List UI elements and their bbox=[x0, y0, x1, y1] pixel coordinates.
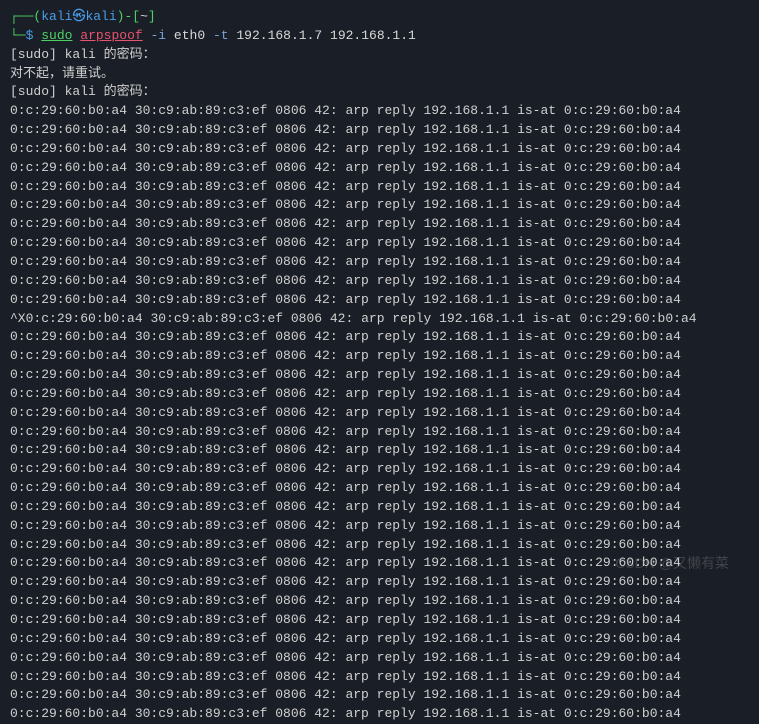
arp-reply-line: 0:c:29:60:b0:a4 30:c9:ab:89:c3:ef 0806 4… bbox=[10, 234, 749, 253]
arp-reply-line: 0:c:29:60:b0:a4 30:c9:ab:89:c3:ef 0806 4… bbox=[10, 253, 749, 272]
arp-reply-line: 0:c:29:60:b0:a4 30:c9:ab:89:c3:ef 0806 4… bbox=[10, 441, 749, 460]
arp-reply-line: 0:c:29:60:b0:a4 30:c9:ab:89:c3:ef 0806 4… bbox=[10, 536, 749, 555]
arp-reply-line: 0:c:29:60:b0:a4 30:c9:ab:89:c3:ef 0806 4… bbox=[10, 196, 749, 215]
arp-reply-line: 0:c:29:60:b0:a4 30:c9:ab:89:c3:ef 0806 4… bbox=[10, 215, 749, 234]
arp-reply-line: 0:c:29:60:b0:a4 30:c9:ab:89:c3:ef 0806 4… bbox=[10, 140, 749, 159]
arp-reply-line: 0:c:29:60:b0:a4 30:c9:ab:89:c3:ef 0806 4… bbox=[10, 291, 749, 310]
arp-reply-line: 0:c:29:60:b0:a4 30:c9:ab:89:c3:ef 0806 4… bbox=[10, 668, 749, 687]
arp-output-block-2: 0:c:29:60:b0:a4 30:c9:ab:89:c3:ef 0806 4… bbox=[10, 328, 749, 724]
arp-reply-line: 0:c:29:60:b0:a4 30:c9:ab:89:c3:ef 0806 4… bbox=[10, 347, 749, 366]
arp-reply-line: 0:c:29:60:b0:a4 30:c9:ab:89:c3:ef 0806 4… bbox=[10, 554, 749, 573]
arp-break-line: ^X0:c:29:60:b0:a4 30:c9:ab:89:c3:ef 0806… bbox=[10, 310, 749, 329]
prompt-line-2[interactable]: └─$ sudo arpspoof -i eth0 -t 192.168.1.7… bbox=[10, 27, 749, 46]
arp-reply-line: 0:c:29:60:b0:a4 30:c9:ab:89:c3:ef 0806 4… bbox=[10, 630, 749, 649]
arp-reply-line: 0:c:29:60:b0:a4 30:c9:ab:89:c3:ef 0806 4… bbox=[10, 272, 749, 291]
arp-reply-line: 0:c:29:60:b0:a4 30:c9:ab:89:c3:ef 0806 4… bbox=[10, 102, 749, 121]
arp-reply-line: 0:c:29:60:b0:a4 30:c9:ab:89:c3:ef 0806 4… bbox=[10, 573, 749, 592]
arp-reply-line: 0:c:29:60:b0:a4 30:c9:ab:89:c3:ef 0806 4… bbox=[10, 592, 749, 611]
arp-reply-line: 0:c:29:60:b0:a4 30:c9:ab:89:c3:ef 0806 4… bbox=[10, 517, 749, 536]
arp-reply-line: 0:c:29:60:b0:a4 30:c9:ab:89:c3:ef 0806 4… bbox=[10, 178, 749, 197]
arp-reply-line: 0:c:29:60:b0:a4 30:c9:ab:89:c3:ef 0806 4… bbox=[10, 460, 749, 479]
arp-reply-line: 0:c:29:60:b0:a4 30:c9:ab:89:c3:ef 0806 4… bbox=[10, 328, 749, 347]
arp-reply-line: 0:c:29:60:b0:a4 30:c9:ab:89:c3:ef 0806 4… bbox=[10, 705, 749, 724]
arp-reply-line: 0:c:29:60:b0:a4 30:c9:ab:89:c3:ef 0806 4… bbox=[10, 385, 749, 404]
arp-reply-line: 0:c:29:60:b0:a4 30:c9:ab:89:c3:ef 0806 4… bbox=[10, 649, 749, 668]
arp-reply-line: 0:c:29:60:b0:a4 30:c9:ab:89:c3:ef 0806 4… bbox=[10, 423, 749, 442]
sudo-prompt-2: [sudo] kali 的密码： bbox=[10, 83, 749, 102]
sudo-prompt-1: [sudo] kali 的密码： bbox=[10, 46, 749, 65]
arp-reply-line: 0:c:29:60:b0:a4 30:c9:ab:89:c3:ef 0806 4… bbox=[10, 498, 749, 517]
sudo-error: 对不起，请重试。 bbox=[10, 65, 749, 84]
arp-reply-line: 0:c:29:60:b0:a4 30:c9:ab:89:c3:ef 0806 4… bbox=[10, 121, 749, 140]
arp-output-block-1: 0:c:29:60:b0:a4 30:c9:ab:89:c3:ef 0806 4… bbox=[10, 102, 749, 309]
arp-reply-line: 0:c:29:60:b0:a4 30:c9:ab:89:c3:ef 0806 4… bbox=[10, 686, 749, 705]
arp-reply-line: 0:c:29:60:b0:a4 30:c9:ab:89:c3:ef 0806 4… bbox=[10, 404, 749, 423]
arp-reply-line: 0:c:29:60:b0:a4 30:c9:ab:89:c3:ef 0806 4… bbox=[10, 159, 749, 178]
arp-reply-line: 0:c:29:60:b0:a4 30:c9:ab:89:c3:ef 0806 4… bbox=[10, 366, 749, 385]
arp-reply-line: 0:c:29:60:b0:a4 30:c9:ab:89:c3:ef 0806 4… bbox=[10, 611, 749, 630]
arp-reply-line: 0:c:29:60:b0:a4 30:c9:ab:89:c3:ef 0806 4… bbox=[10, 479, 749, 498]
prompt-line-1: ┌──(kali㉿kali)-[~] bbox=[10, 8, 749, 27]
